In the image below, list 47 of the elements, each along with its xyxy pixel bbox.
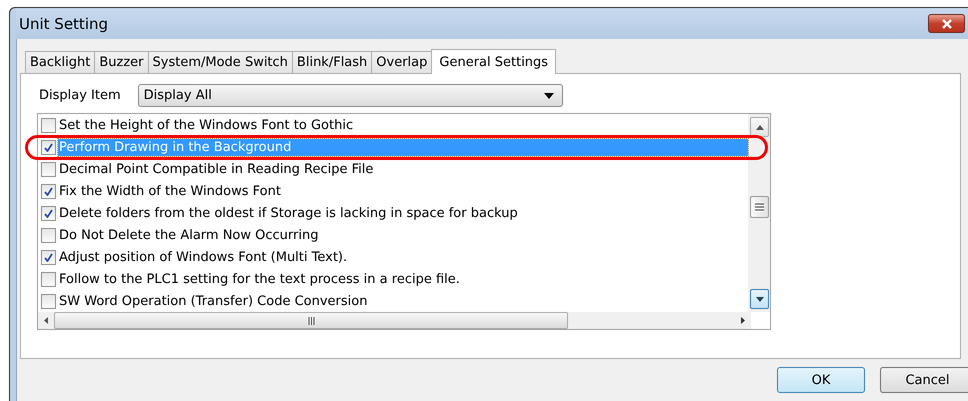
list-item[interactable]: Decimal Point Compatible in Reading Recipe File [58,160,374,178]
left-arrow-icon [44,317,48,324]
list-item[interactable]: Adjust position of Windows Font (Multi Text). [58,248,348,266]
list-item[interactable]: Set the Height of the Windows Font to Gothic [58,116,354,134]
scroll-thumb[interactable] [750,196,769,218]
checkbox[interactable] [41,272,56,286]
tab[interactable]: Blink/Flash [292,51,372,73]
checkmark-icon [44,186,53,196]
list-item[interactable]: Do Not Delete the Alarm Now Occurring [58,226,320,244]
tab[interactable]: Backlight [25,51,96,73]
list-item[interactable]: Delete folders from the oldest if Storage is lacking in space for backup [58,204,519,222]
horizontal-scrollbar[interactable] [38,312,751,329]
dialog-button[interactable]: Cancel [880,367,968,393]
checkbox[interactable] [41,184,56,198]
caret-icon [544,92,554,98]
right-arrow-icon [741,317,745,324]
tab[interactable]: General Settings [431,49,556,74]
checkbox[interactable] [41,140,56,154]
window-title: Unit Setting [19,14,110,32]
checkbox[interactable] [41,228,56,242]
vertical-scrollbar[interactable] [748,114,770,312]
display-item-dropdown[interactable]: Display All [138,84,563,107]
tab[interactable]: Buzzer [94,51,149,73]
grip-icon [755,203,764,211]
scroll-thumb[interactable] [54,312,568,329]
checkbox[interactable] [41,250,56,264]
checkmark-icon [44,208,53,218]
field-label: Display Item [39,88,121,103]
list-item[interactable]: SW Word Operation (Transfer) Code Conversion [58,292,368,310]
tab[interactable]: System/Mode Switch [148,51,293,73]
up-arrow-icon [756,124,764,130]
checkbox[interactable] [41,206,56,220]
close-icon [940,18,952,28]
checkbox[interactable] [41,118,56,132]
list-item[interactable]: Fix the Width of the Windows Font [58,182,282,200]
down-arrow-icon [756,296,764,302]
scroll-up-button[interactable] [750,117,769,137]
scroll-down-button[interactable] [750,289,769,309]
checkmark-icon [44,142,53,152]
checkbox[interactable] [41,162,56,176]
close-button[interactable] [928,14,965,33]
list-item[interactable]: Follow to the PLC1 setting for the text process in a recipe file. [58,270,461,288]
grip-icon [308,316,314,324]
dialog-button[interactable]: OK [777,367,865,393]
tab[interactable]: Overlap [371,51,432,73]
checkmark-icon [44,252,53,262]
checkbox[interactable] [41,294,56,308]
